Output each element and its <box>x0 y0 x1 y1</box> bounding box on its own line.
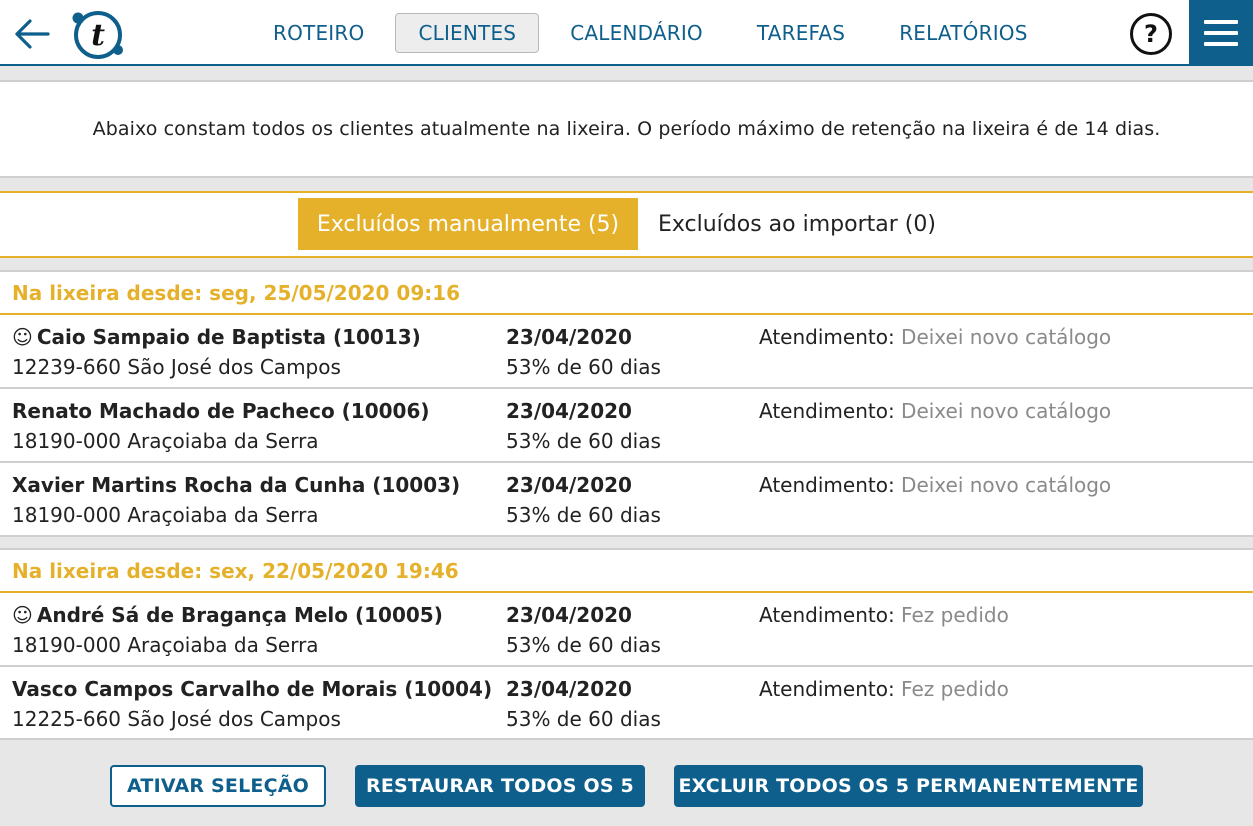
client-date: 23/04/2020 <box>506 399 632 423</box>
client-name: Vasco Campos Carvalho de Morais (10004) <box>12 677 493 701</box>
client-atendimento: Atendimento: Deixei novo catálogo <box>759 399 1112 423</box>
question-circle-icon[interactable]: ? <box>1130 13 1172 55</box>
nav-tarefas[interactable]: TAREFAS <box>734 13 868 53</box>
nav-calendario[interactable]: CALENDÁRIO <box>547 13 726 53</box>
client-row[interactable]: Xavier Martins Rocha da Cunha (10003) 18… <box>0 463 1253 537</box>
client-address: 12239-660 São José dos Campos <box>12 355 341 379</box>
client-date: 23/04/2020 <box>506 603 632 627</box>
client-retention: 53% de 60 dias <box>506 355 661 379</box>
client-name: ☺ Caio Sampaio de Baptista (10013) <box>12 325 421 349</box>
client-name: Xavier Martins Rocha da Cunha (10003) <box>12 473 461 497</box>
client-atendimento: Atendimento: Deixei novo catálogo <box>759 473 1112 497</box>
separator <box>0 66 1253 80</box>
svg-text:t: t <box>91 18 105 53</box>
client-address: 18190-000 Araçoiaba da Serra <box>12 633 319 657</box>
client-date: 23/04/2020 <box>506 473 632 497</box>
smiley-icon: ☺ <box>12 603 33 627</box>
client-name: ☺ André Sá de Bragança Melo (10005) <box>12 603 443 627</box>
nav-roteiro[interactable]: ROTEIRO <box>250 13 387 53</box>
client-address: 18190-000 Araçoiaba da Serra <box>12 503 319 527</box>
client-retention: 53% de 60 dias <box>506 707 661 731</box>
separator <box>0 178 1253 191</box>
deleted-tabs: Excluídos manualmente (5) Excluídos ao i… <box>0 191 1253 258</box>
client-date: 23/04/2020 <box>506 325 632 349</box>
tab-deleted-on-import[interactable]: Excluídos ao importar (0) <box>658 198 936 250</box>
client-retention: 53% de 60 dias <box>506 429 661 453</box>
group-header: Na lixeira desde: seg, 25/05/2020 09:16 <box>0 270 1253 315</box>
client-address: 12225-660 São José dos Campos <box>12 707 341 731</box>
client-retention: 53% de 60 dias <box>506 503 661 527</box>
client-row[interactable]: Vasco Campos Carvalho de Morais (10004) … <box>0 667 1253 741</box>
delete-all-permanently-button[interactable]: EXCLUIR TODOS OS 5 PERMANENTEMENTE <box>674 765 1143 807</box>
action-footer: ATIVAR SELEÇÃO RESTAURAR TODOS OS 5 EXCL… <box>0 738 1253 826</box>
t-logo-icon[interactable]: t <box>70 8 124 60</box>
group-header-label: Na lixeira desde: sex, 22/05/2020 19:46 <box>12 558 459 583</box>
client-address: 18190-000 Araçoiaba da Serra <box>12 429 319 453</box>
client-atendimento: Atendimento: Deixei novo catálogo <box>759 325 1112 349</box>
client-retention: 53% de 60 dias <box>506 633 661 657</box>
trash-info-text: Abaixo constam todos os clientes atualme… <box>0 80 1253 178</box>
client-row[interactable]: ☺ André Sá de Bragança Melo (10005) 18190… <box>0 593 1253 667</box>
client-row[interactable]: ☺ Caio Sampaio de Baptista (10013) 12239-… <box>0 315 1253 389</box>
arrow-left-icon <box>15 19 50 49</box>
smiley-icon: ☺ <box>12 325 33 349</box>
restore-all-button[interactable]: RESTAURAR TODOS OS 5 <box>355 765 645 807</box>
top-bar: t ROTEIRO CLIENTES CALENDÁRIO TAREFAS RE… <box>0 0 1253 66</box>
client-atendimento: Atendimento: Fez pedido <box>759 603 1009 627</box>
separator <box>0 258 1253 270</box>
back-button[interactable] <box>12 14 52 54</box>
tab-deleted-manually[interactable]: Excluídos manualmente (5) <box>298 198 638 250</box>
separator <box>0 535 1253 548</box>
nav-relatorios[interactable]: RELATÓRIOS <box>876 13 1050 53</box>
main-nav: ROTEIRO CLIENTES CALENDÁRIO TAREFAS RELA… <box>250 12 1059 54</box>
client-date: 23/04/2020 <box>506 677 632 701</box>
client-name: Renato Machado de Pacheco (10006) <box>12 399 430 423</box>
group-header-label: Na lixeira desde: seg, 25/05/2020 09:16 <box>12 280 461 305</box>
client-atendimento: Atendimento: Fez pedido <box>759 677 1009 701</box>
hamburger-menu-icon[interactable] <box>1189 0 1253 66</box>
nav-clientes[interactable]: CLIENTES <box>395 13 540 53</box>
group-header: Na lixeira desde: sex, 22/05/2020 19:46 <box>0 548 1253 593</box>
client-row[interactable]: Renato Machado de Pacheco (10006) 18190-… <box>0 389 1253 463</box>
activate-selection-button[interactable]: ATIVAR SELEÇÃO <box>110 765 326 807</box>
